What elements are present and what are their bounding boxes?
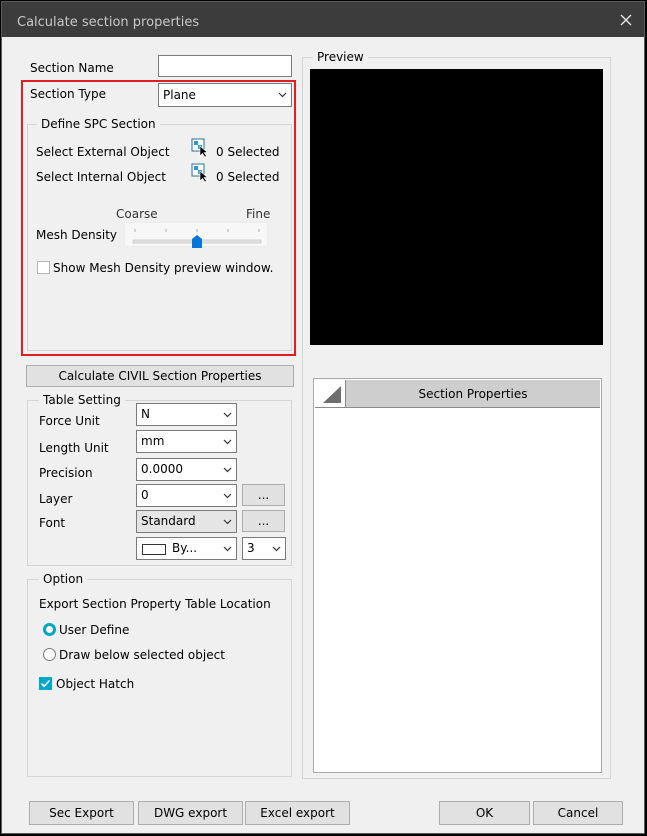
size-dropdown[interactable]: 3 (242, 537, 286, 560)
mesh-preview-label: Show Mesh Density preview window. (53, 261, 274, 275)
color-dropdown[interactable]: By... (136, 537, 237, 560)
chevron-down-icon (274, 84, 291, 106)
chevron-down-icon (268, 538, 285, 559)
font-more-button[interactable]: ... (242, 510, 285, 532)
size-value: 3 (247, 541, 255, 555)
chevron-down-icon (219, 485, 236, 506)
color-swatch (142, 544, 166, 555)
select-objects-icon[interactable] (191, 163, 210, 183)
layer-dropdown[interactable]: 0 (136, 484, 237, 507)
internal-object-label: Select Internal Object (36, 170, 166, 184)
export-location-label: Export Section Property Table Location (39, 597, 271, 611)
user-define-radio[interactable] (43, 623, 56, 636)
font-dropdown[interactable]: Standard (136, 510, 237, 533)
ok-button[interactable]: OK (439, 801, 530, 825)
title-bar[interactable]: Calculate section properties (2, 2, 644, 37)
force-unit-dropdown[interactable]: N (136, 403, 237, 426)
length-unit-dropdown[interactable]: mm (136, 430, 237, 453)
close-icon[interactable] (616, 10, 636, 30)
font-label: Font (39, 516, 66, 530)
object-hatch-label: Object Hatch (56, 677, 135, 691)
section-properties-header-label: Section Properties (418, 386, 528, 401)
mesh-density-label: Mesh Density (36, 228, 118, 242)
layer-value: 0 (141, 488, 149, 502)
external-object-label: Select External Object (36, 145, 170, 159)
precision-dropdown[interactable]: 0.0000 (136, 458, 237, 481)
force-unit-value: N (141, 407, 150, 421)
draw-below-label: Draw below selected object (59, 648, 225, 662)
section-name-input[interactable] (158, 55, 292, 77)
slider-thumb[interactable] (192, 235, 202, 248)
spc-legend: Define SPC Section (37, 117, 160, 131)
table-corner[interactable] (315, 380, 346, 408)
window-title: Calculate section properties (17, 15, 200, 30)
mesh-fine-label: Fine (246, 207, 271, 221)
chevron-down-icon (219, 538, 236, 559)
mesh-preview-checkbox[interactable] (37, 261, 50, 274)
chevron-down-icon (219, 511, 236, 532)
table-setting-legend: Table Setting (39, 393, 125, 407)
excel-export-button[interactable]: Excel export (245, 801, 350, 825)
calculate-civil-button[interactable]: Calculate CIVIL Section Properties (26, 365, 294, 387)
font-value: Standard (141, 514, 196, 528)
layer-more-button[interactable]: ... (242, 484, 285, 506)
section-properties-header[interactable]: Section Properties (346, 380, 600, 408)
section-type-label: Section Type (30, 87, 106, 101)
mesh-coarse-label: Coarse (116, 207, 158, 221)
length-unit-label: Length Unit (39, 441, 109, 455)
cancel-button[interactable]: Cancel (533, 801, 623, 825)
section-properties-table[interactable]: Section Properties (313, 378, 602, 773)
draw-below-radio[interactable] (43, 648, 56, 661)
force-unit-label: Force Unit (39, 414, 100, 428)
select-objects-icon[interactable] (191, 138, 210, 158)
layer-label: Layer (39, 492, 73, 506)
precision-label: Precision (39, 466, 93, 480)
chevron-down-icon (219, 459, 236, 480)
color-value: By... (172, 541, 198, 555)
chevron-down-icon (219, 404, 236, 425)
user-define-label: User Define (59, 623, 130, 637)
precision-value: 0.0000 (141, 462, 183, 476)
internal-selected-count: 0 Selected (216, 170, 280, 184)
mesh-density-slider[interactable] (124, 222, 268, 248)
chevron-down-icon (219, 431, 236, 452)
object-hatch-checkbox[interactable] (39, 677, 52, 690)
preview-legend: Preview (313, 50, 368, 64)
length-unit-value: mm (141, 434, 165, 448)
dialog-window: Calculate section properties Section Nam… (1, 1, 645, 834)
section-type-value: Plane (163, 88, 196, 102)
external-selected-count: 0 Selected (216, 145, 280, 159)
section-type-dropdown[interactable]: Plane (158, 83, 292, 107)
option-legend: Option (39, 572, 88, 586)
section-name-label: Section Name (30, 61, 114, 75)
sec-export-button[interactable]: Sec Export (29, 801, 134, 825)
preview-canvas[interactable] (310, 69, 603, 345)
dwg-export-button[interactable]: DWG export (138, 801, 243, 825)
